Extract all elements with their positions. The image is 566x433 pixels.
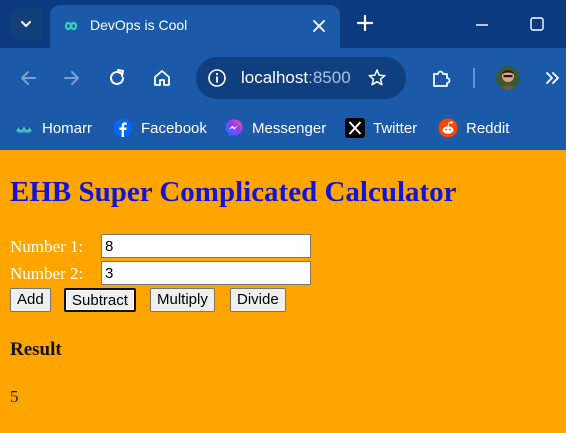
bookmark-homarr[interactable]: Homarr	[14, 116, 92, 140]
number1-input[interactable]	[101, 234, 311, 258]
tab-title: DevOps is Cool	[90, 17, 188, 33]
chevron-double-right-icon[interactable]	[542, 67, 564, 89]
homarr-icon	[16, 126, 32, 133]
tab-active[interactable]: DevOps is Cool	[50, 5, 340, 48]
minimize-icon[interactable]	[473, 16, 491, 34]
reddit-icon	[438, 118, 458, 138]
home-icon[interactable]	[151, 67, 173, 89]
number1-label: Number 1:	[10, 237, 84, 256]
bookmark-label: Homarr	[42, 119, 93, 137]
address-bar[interactable]: localhost:8500	[196, 57, 406, 99]
browser-toolbar: localhost:8500	[0, 48, 566, 108]
bookmark-messenger[interactable]: Messenger	[224, 116, 326, 140]
chevron-down-icon	[21, 21, 31, 28]
url-host: localhost	[241, 68, 309, 87]
address-url[interactable]: localhost:8500	[241, 68, 351, 88]
number2-label: Number 2:	[10, 264, 84, 283]
url-port: :8500	[308, 68, 351, 87]
bookmark-label: Facebook	[141, 119, 207, 137]
profile-avatar[interactable]	[496, 66, 520, 90]
tab-strip: DevOps is Cool	[0, 0, 566, 48]
avatar-image-icon	[496, 66, 520, 90]
bookmark-label: Twitter	[373, 119, 418, 137]
new-tab-plus-icon[interactable]	[355, 13, 375, 33]
bookmark-reddit[interactable]: Reddit	[438, 116, 509, 140]
bookmark-star-icon[interactable]	[366, 67, 388, 89]
bookmark-label: Reddit	[466, 119, 510, 137]
bookmark-label: Messenger	[252, 119, 327, 137]
page-title: EHB Super Complicated Calculator	[10, 176, 457, 208]
multiply-button[interactable]: Multiply	[150, 288, 215, 312]
site-info-icon[interactable]	[206, 67, 228, 89]
infinity-favicon-icon	[64, 21, 78, 31]
bookmark-facebook[interactable]: Facebook	[113, 116, 207, 140]
number2-input[interactable]	[101, 261, 311, 285]
toolbar-divider	[473, 68, 475, 88]
bookmarks-bar: Homarr Facebook Messenger Twitter Reddit	[0, 108, 566, 150]
result-heading: Result	[10, 339, 62, 360]
add-button[interactable]: Add	[10, 288, 51, 312]
back-arrow-icon[interactable]	[17, 67, 39, 89]
extensions-puzzle-icon[interactable]	[430, 67, 452, 89]
divide-button[interactable]: Divide	[230, 288, 286, 312]
browser-window: DevOps is Cool localhost:8500 Homarr Fac…	[0, 0, 566, 433]
x-twitter-icon	[345, 118, 365, 138]
result-value: 5	[10, 387, 19, 406]
messenger-icon	[225, 119, 243, 137]
close-icon[interactable]	[310, 17, 328, 35]
maximize-icon[interactable]	[528, 15, 546, 33]
page-content: EHB Super Complicated Calculator Number …	[0, 150, 566, 433]
bookmark-twitter[interactable]: Twitter	[345, 116, 417, 140]
subtract-button[interactable]: Subtract	[64, 288, 136, 312]
facebook-icon	[114, 119, 132, 137]
tab-search-button[interactable]	[9, 8, 43, 40]
reload-icon[interactable]	[106, 67, 128, 89]
forward-arrow-icon[interactable]	[61, 67, 83, 89]
